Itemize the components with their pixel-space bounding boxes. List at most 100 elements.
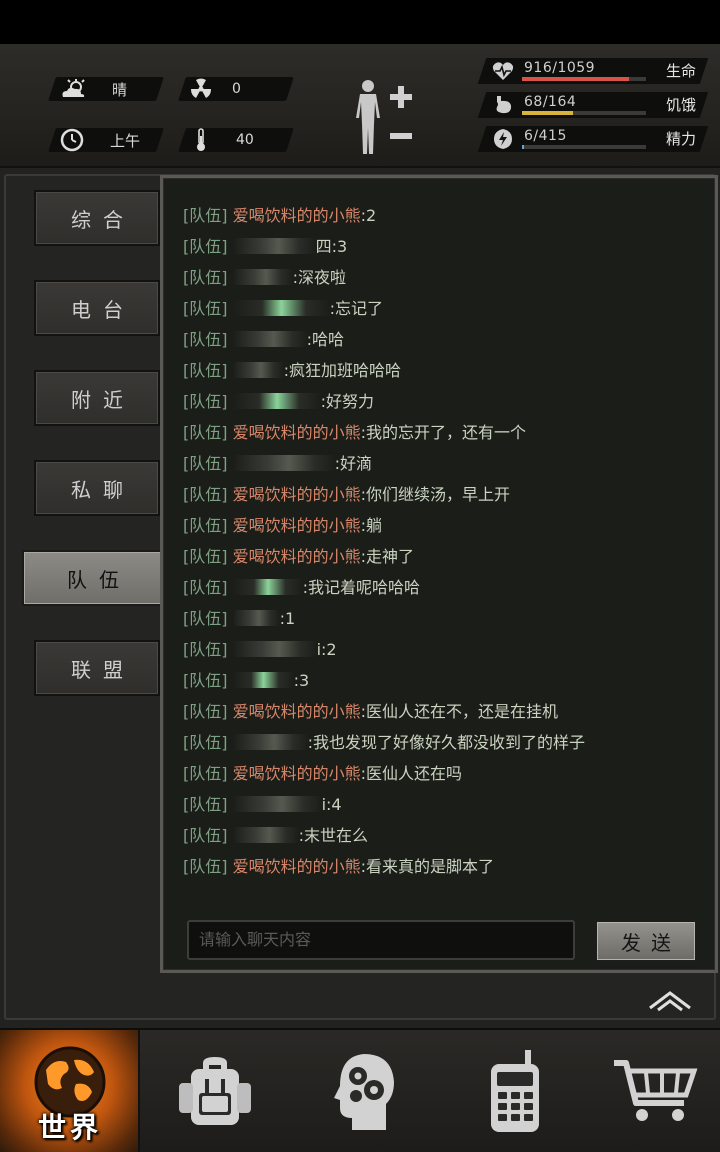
chat-channel-tag: [队伍] [183, 609, 228, 628]
nav-world[interactable]: 世界 [0, 1030, 140, 1152]
health-bar [522, 77, 630, 81]
send-button[interactable]: 发送 [595, 920, 697, 962]
character-equipment-button[interactable] [348, 76, 418, 160]
chat-channel-tag: [队伍] [183, 578, 228, 597]
chat-sender-name[interactable]: 爱喝饮料的的小熊 [233, 206, 361, 225]
nav-skills[interactable] [310, 1030, 420, 1152]
chat-message-text: :疯狂加班哈哈哈 [283, 361, 401, 380]
tab-nearby[interactable]: 附近 [34, 370, 160, 426]
nav-radio[interactable] [460, 1030, 570, 1152]
chat-panel: [队伍] 爱喝饮料的的小熊:2 [队伍] 四:3 [队伍] :深夜啦 [队伍] :忘记… [160, 175, 718, 973]
redacted-sender-name[interactable] [232, 672, 294, 688]
energy-value: 6/415 [524, 128, 567, 144]
chat-channel-tag: [队伍] [183, 640, 228, 659]
chat-channel-tag: [队伍] [183, 268, 228, 287]
weather-label: 晴 [112, 80, 128, 99]
head-gears-icon [334, 1054, 394, 1130]
chat-sender-name[interactable]: 爱喝饮料的的小熊 [233, 485, 361, 504]
chat-message-text: :末世在么 [298, 826, 368, 845]
energy-label: 精力 [665, 130, 696, 148]
chat-input[interactable]: 请输入聊天内容 [187, 920, 575, 960]
chat-message-list[interactable]: [队伍] 爱喝饮料的的小熊:2 [队伍] 四:3 [队伍] :深夜啦 [队伍] :忘记… [183, 200, 703, 890]
chat-message: [队伍] :3 [183, 665, 703, 696]
chat-message: [队伍] :疯狂加班哈哈哈 [183, 355, 703, 386]
chat-message-text: :我记着呢哈哈哈 [302, 578, 420, 597]
thermometer-icon [197, 128, 205, 151]
chat-channel-tag: [队伍] [183, 454, 228, 473]
hunger-label: 饥饿 [665, 96, 696, 114]
chat-message: [队伍] :好滴 [183, 448, 703, 479]
chat-sender-name[interactable]: 爱喝饮料的的小熊 [233, 764, 361, 783]
health-value: 916/1059 [524, 60, 596, 76]
redacted-sender-name[interactable] [232, 269, 293, 285]
hud-header: 晴 0 上午 40 916/1059 生命 68/164 饥饿 6/415 精力 [0, 44, 720, 168]
nav-shop[interactable] [600, 1030, 710, 1152]
chat-message-text: :3 [331, 237, 348, 256]
redacted-sender-name[interactable] [232, 641, 317, 657]
tab-alliance[interactable]: 联盟 [34, 640, 160, 696]
weather-info: 晴 [60, 77, 127, 101]
chat-message-text: i:4 [321, 795, 342, 814]
redacted-sender-name[interactable] [232, 579, 303, 595]
redacted-sender-name[interactable] [232, 827, 299, 843]
health-label: 生命 [665, 62, 696, 80]
chat-message: [队伍] :1 [183, 603, 703, 634]
radiation-value: 0 [232, 81, 241, 97]
chat-sender-name[interactable]: 爱喝饮料的的小熊 [233, 702, 361, 721]
temperature-info: 40 [194, 128, 254, 152]
chat-sender-name[interactable]: 爱喝饮料的的小熊 [233, 857, 361, 876]
chat-message-text: :医仙人还在不，还是在挂机 [360, 702, 559, 721]
chat-message-text: :走神了 [360, 547, 415, 566]
energy-stat: 6/415 精力 [477, 126, 709, 152]
redacted-sender-name[interactable] [232, 455, 335, 471]
chat-sender-name[interactable]: 爱喝饮料的的小熊 [233, 547, 361, 566]
chat-message: [队伍] 爱喝饮料的的小熊:躺 [183, 510, 703, 541]
chat-message: [队伍] :深夜啦 [183, 262, 703, 293]
chat-message-text: :1 [279, 609, 296, 628]
chat-message: [队伍] 爱喝饮料的的小熊:你们继续汤，早上开 [183, 479, 703, 510]
radiation-icon [190, 78, 212, 98]
chat-channel-tag: [队伍] [183, 299, 228, 318]
stomach-icon [496, 96, 512, 114]
redacted-sender-name[interactable] [232, 238, 316, 254]
collapse-up-icon[interactable] [646, 988, 694, 1012]
health-stat: 916/1059 生命 [477, 58, 709, 84]
redacted-sender-name[interactable] [232, 331, 307, 347]
redacted-sender-name[interactable] [232, 300, 330, 316]
status-bar [0, 0, 720, 44]
chat-channel-tag: [队伍] [183, 485, 228, 504]
bottom-nav: 世界 [0, 1028, 720, 1152]
tab-private[interactable]: 私聊 [34, 460, 160, 516]
tab-general[interactable]: 综合 [34, 190, 160, 246]
plus-icon [390, 86, 412, 108]
chat-sender-name[interactable]: 爱喝饮料的的小熊 [233, 516, 361, 535]
tab-radio[interactable]: 电台 [34, 280, 160, 336]
partly-cloudy-icon [62, 79, 85, 97]
hunger-stat: 68/164 饥饿 [477, 92, 709, 118]
tab-team[interactable]: 队伍 [22, 550, 164, 606]
nav-world-label: 世界 [37, 1111, 102, 1144]
temperature-value: 40 [236, 132, 254, 148]
chat-channel-tag: [队伍] [183, 795, 228, 814]
body-figure-icon [356, 80, 380, 154]
hunger-value: 68/164 [524, 94, 577, 110]
chat-message-text: :医仙人还在吗 [360, 764, 463, 783]
chat-channel-tag: [队伍] [183, 764, 228, 783]
chat-sender-name[interactable]: 爱喝饮料的的小熊 [233, 423, 361, 442]
chat-channel-tag: [队伍] [183, 330, 228, 349]
chat-message-text: :我也发现了好像好久都没收到了的样子 [307, 733, 585, 752]
redacted-sender-name[interactable] [232, 362, 284, 378]
chat-message-text: :你们继续汤，早上开 [360, 485, 511, 504]
energy-bar [522, 145, 525, 149]
chat-message: [队伍] 爱喝饮料的的小熊:医仙人还在不，还是在挂机 [183, 696, 703, 727]
redacted-sender-name[interactable] [232, 796, 322, 812]
chat-message-text: :躺 [360, 516, 383, 535]
redacted-sender-name[interactable] [232, 610, 280, 626]
chat-message: [队伍] :我也发现了好像好久都没收到了的样子 [183, 727, 703, 758]
chat-channel-tag: [队伍] [183, 733, 228, 752]
chat-message-text: :看来真的是脚本了 [360, 857, 495, 876]
walkie-talkie-icon [491, 1050, 539, 1132]
nav-backpack[interactable] [160, 1030, 270, 1152]
redacted-sender-name[interactable] [232, 393, 321, 409]
redacted-sender-name[interactable] [232, 734, 308, 750]
